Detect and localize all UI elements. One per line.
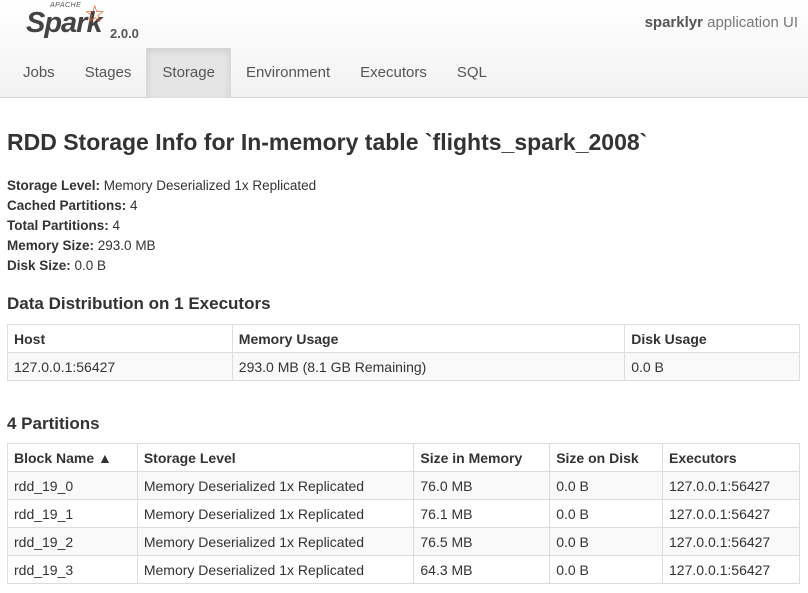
info-value: 4 — [108, 218, 121, 233]
table-header-row: Host Memory Usage Disk Usage — [7, 324, 800, 353]
cell-memory-usage: 293.0 MB (8.1 GB Remaining) — [231, 352, 626, 381]
cell-block-name: rdd_19_3 — [7, 555, 138, 584]
column-header-disk-usage[interactable]: Disk Usage — [624, 324, 800, 353]
info-disk-size: Disk Size: 0.0 B — [7, 256, 316, 276]
rdd-info-list: Storage Level: Memory Deserialized 1x Re… — [7, 176, 316, 276]
cell-size-in-memory: 76.5 MB — [413, 527, 551, 556]
info-value: 4 — [126, 198, 138, 213]
tab-jobs[interactable]: Jobs — [8, 48, 70, 98]
distribution-table: Host Memory Usage Disk Usage 127.0.0.1:5… — [7, 324, 800, 381]
spark-logo[interactable]: APACHE Spark ☆ 2.0.0 — [26, 1, 146, 42]
cell-block-name: rdd_19_1 — [7, 499, 138, 528]
info-memory-size: Memory Size: 293.0 MB — [7, 236, 316, 256]
tab-storage[interactable]: Storage — [146, 48, 231, 98]
distribution-title: Data Distribution on 1 Executors — [7, 294, 271, 313]
tab-stages[interactable]: Stages — [70, 48, 147, 98]
info-key: Cached Partitions: — [7, 198, 127, 213]
cell-storage-level: Memory Deserialized 1x Replicated — [136, 499, 415, 528]
cell-size-in-memory: 64.3 MB — [413, 555, 551, 584]
cell-size-in-memory: 76.0 MB — [413, 471, 551, 500]
tab-executors[interactable]: Executors — [345, 48, 442, 98]
column-header-size-in-memory[interactable]: Size in Memory — [413, 443, 551, 472]
cell-block-name: rdd_19_0 — [7, 471, 138, 500]
cell-storage-level: Memory Deserialized 1x Replicated — [136, 527, 415, 556]
top-navbar: APACHE Spark ☆ 2.0.0 sparklyr applicatio… — [0, 0, 808, 98]
partitions-title: 4 Partitions — [7, 414, 100, 433]
spark-version: 2.0.0 — [110, 26, 139, 41]
cell-executors: 127.0.0.1:56427 — [662, 555, 800, 584]
cell-storage-level: Memory Deserialized 1x Replicated — [136, 555, 415, 584]
column-header-host[interactable]: Host — [7, 324, 233, 353]
tab-sql[interactable]: SQL — [442, 48, 502, 98]
table-row: rdd_19_0 Memory Deserialized 1x Replicat… — [7, 471, 800, 500]
partitions-table: Block Name ▲ Storage Level Size in Memor… — [7, 443, 800, 584]
table-row: rdd_19_2 Memory Deserialized 1x Replicat… — [7, 527, 800, 556]
table-header-row: Block Name ▲ Storage Level Size in Memor… — [7, 443, 800, 472]
cell-size-on-disk: 0.0 B — [549, 471, 664, 500]
application-name: sparklyr application UI — [645, 14, 798, 31]
cell-executors: 127.0.0.1:56427 — [662, 471, 800, 500]
info-value: Memory Deserialized 1x Replicated — [100, 178, 317, 193]
info-key: Storage Level: — [7, 178, 101, 193]
column-header-size-on-disk[interactable]: Size on Disk — [549, 443, 664, 472]
cell-size-on-disk: 0.0 B — [549, 527, 664, 556]
info-key: Memory Size: — [7, 238, 95, 253]
table-row: rdd_19_1 Memory Deserialized 1x Replicat… — [7, 499, 800, 528]
cell-size-on-disk: 0.0 B — [549, 555, 664, 584]
cell-block-name: rdd_19_2 — [7, 527, 138, 556]
info-total-partitions: Total Partitions: 4 — [7, 216, 316, 236]
column-header-memory-usage[interactable]: Memory Usage — [231, 324, 626, 353]
column-header-storage-level[interactable]: Storage Level — [136, 443, 415, 472]
application-name-rest: application UI — [702, 14, 798, 31]
cell-storage-level: Memory Deserialized 1x Replicated — [136, 471, 415, 500]
info-key: Total Partitions: — [7, 218, 109, 233]
cell-executors: 127.0.0.1:56427 — [662, 499, 800, 528]
nav-tabs: Jobs Stages Storage Environment Executor… — [8, 48, 502, 98]
cell-size-in-memory: 76.1 MB — [413, 499, 551, 528]
table-row: rdd_19_3 Memory Deserialized 1x Replicat… — [7, 555, 800, 584]
spark-star-icon: ☆ — [84, 1, 106, 28]
application-name-bold: sparklyr — [644, 14, 703, 31]
column-header-block-name[interactable]: Block Name ▲ — [7, 443, 138, 472]
cell-disk-usage: 0.0 B — [624, 352, 800, 381]
cell-size-on-disk: 0.0 B — [549, 499, 664, 528]
tab-environment[interactable]: Environment — [231, 48, 345, 98]
info-value: 293.0 MB — [94, 238, 156, 253]
info-value: 0.0 B — [70, 258, 107, 273]
cell-host: 127.0.0.1:56427 — [7, 352, 233, 381]
column-header-executors[interactable]: Executors — [662, 443, 800, 472]
info-key: Disk Size: — [7, 258, 71, 273]
table-row: 127.0.0.1:56427 293.0 MB (8.1 GB Remaini… — [7, 352, 800, 381]
info-cached-partitions: Cached Partitions: 4 — [7, 196, 316, 216]
cell-executors: 127.0.0.1:56427 — [662, 527, 800, 556]
info-storage-level: Storage Level: Memory Deserialized 1x Re… — [7, 176, 316, 196]
page-title: RDD Storage Info for In-memory table `fl… — [7, 129, 648, 155]
